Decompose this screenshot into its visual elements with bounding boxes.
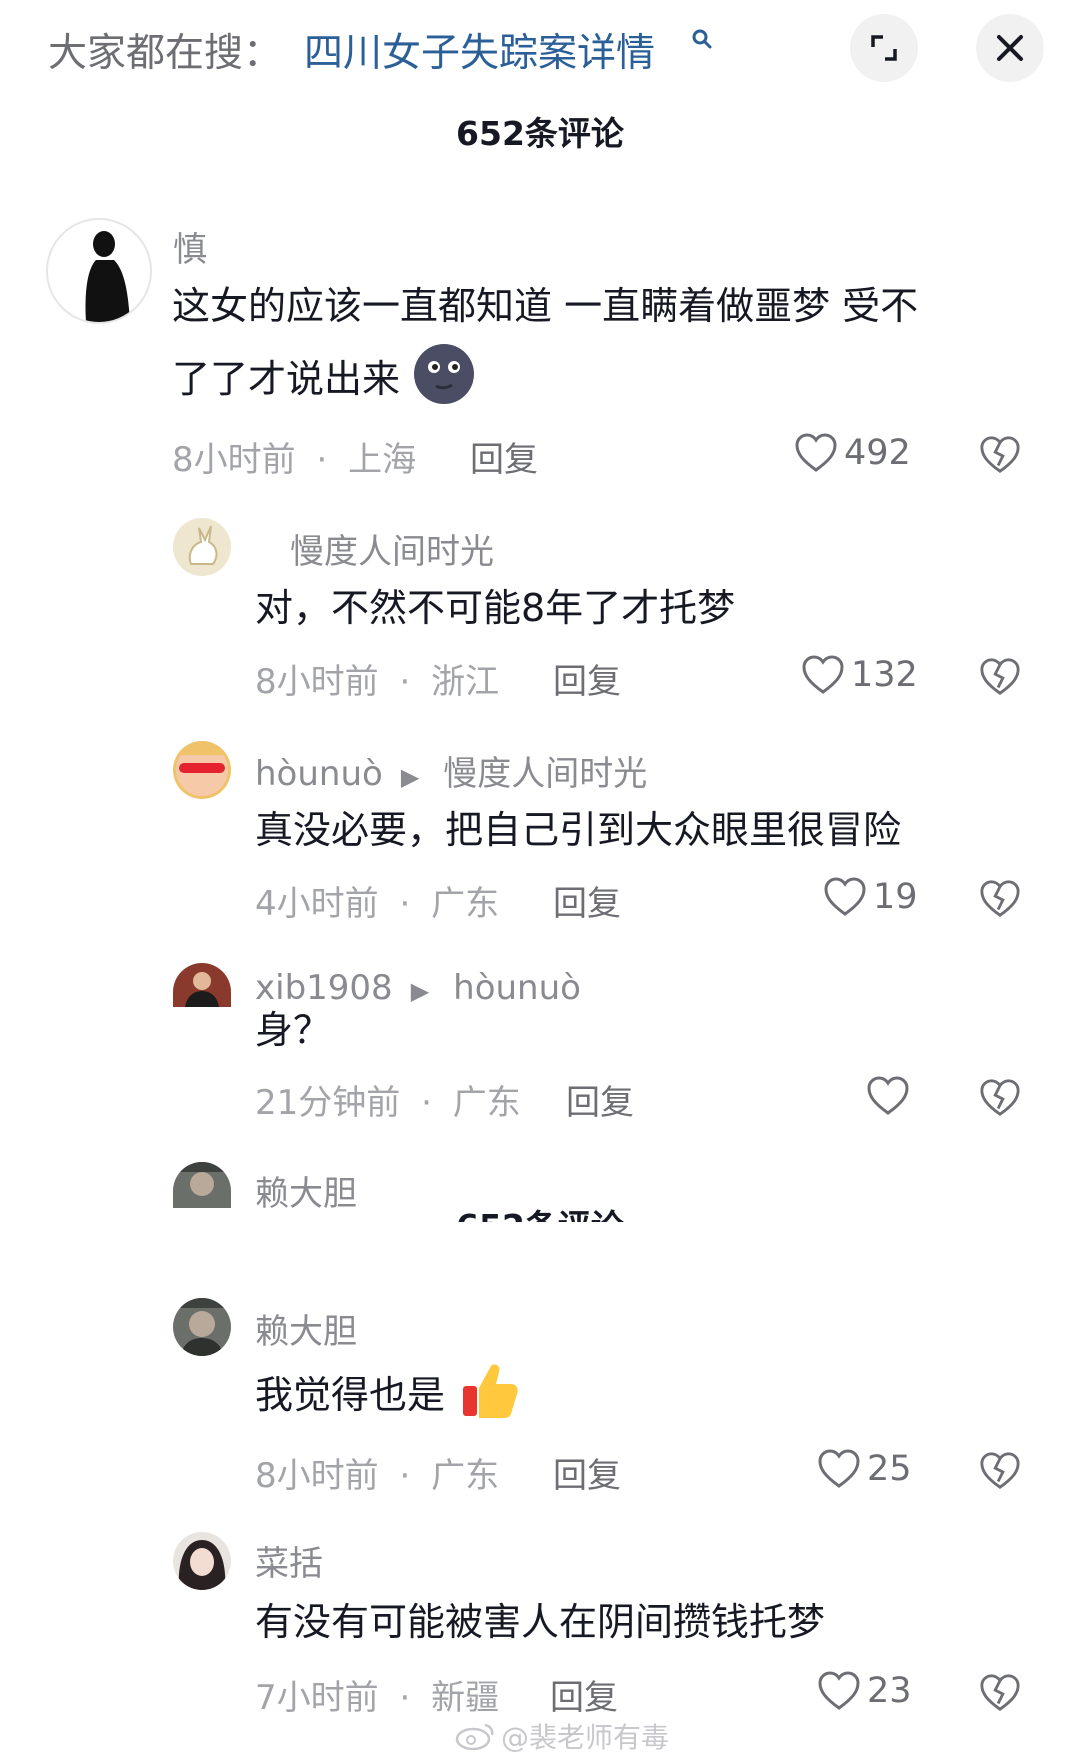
comment-username[interactable]: 菜括 bbox=[255, 1536, 323, 1585]
heart-icon bbox=[818, 1449, 860, 1488]
avatar[interactable] bbox=[173, 741, 231, 799]
reply-button[interactable]: 回复 bbox=[553, 654, 621, 703]
avatar[interactable] bbox=[173, 1532, 231, 1590]
comment-text: 对，不然不可能8年了才托梦 bbox=[255, 586, 736, 630]
comment-count-title: 652条评论 bbox=[456, 114, 624, 153]
weibo-logo-icon bbox=[455, 1723, 494, 1751]
reply-button[interactable]: 回复 bbox=[470, 432, 538, 481]
like-button[interactable] bbox=[866, 1075, 916, 1117]
like-count: 132 bbox=[851, 655, 918, 695]
heart-icon bbox=[795, 433, 837, 472]
like-button[interactable]: 132 bbox=[801, 654, 918, 696]
dislike-icon[interactable] bbox=[979, 1077, 1021, 1119]
comment-text-line: 这女的应该一直都知道 一直瞒着做噩梦 受不 bbox=[172, 284, 919, 328]
dislike-icon[interactable] bbox=[979, 1672, 1021, 1714]
comment-location: 广东 bbox=[431, 884, 500, 924]
comment-location: 广东 bbox=[431, 1456, 500, 1496]
comment-text: 身？ bbox=[255, 1008, 332, 1052]
comment-time: 4小时前 bbox=[255, 884, 379, 924]
search-icon[interactable] bbox=[690, 28, 714, 52]
like-count: 19 bbox=[873, 877, 918, 917]
comment-time: 21分钟前 bbox=[255, 1083, 401, 1123]
comment-text: 真没必要，把自己引到大众眼里很冒险 bbox=[255, 808, 902, 852]
heart-icon bbox=[867, 1076, 909, 1115]
comment-time: 7小时前 bbox=[255, 1678, 379, 1718]
thumbs-up-emoji bbox=[463, 1364, 518, 1418]
reply-button[interactable]: 回复 bbox=[566, 1075, 634, 1124]
comment-meta: 8小时前 · 广东 bbox=[255, 1448, 499, 1497]
comment-meta: 21分钟前 · 广东 bbox=[255, 1075, 521, 1124]
sunglasses-avatar-icon bbox=[173, 741, 231, 796]
comment-meta: 8小时前 · 浙江 bbox=[255, 654, 499, 703]
person-avatar-icon bbox=[185, 972, 219, 1007]
comment-username[interactable]: 慢度人间时光 bbox=[290, 524, 494, 573]
comment-username: hòunuò ▶ 慢度人间时光 bbox=[255, 746, 647, 795]
close-icon bbox=[997, 35, 1023, 61]
comment-username[interactable]: 慎 bbox=[173, 222, 207, 271]
like-count: 492 bbox=[844, 433, 911, 473]
like-count: 25 bbox=[867, 1449, 912, 1489]
like-button[interactable]: 492 bbox=[794, 432, 911, 474]
new-moon-face-emoji bbox=[414, 344, 475, 404]
comment-time: 8小时前 bbox=[172, 440, 296, 480]
like-count: 23 bbox=[867, 1671, 912, 1711]
comment-text-line: 我觉得也是 bbox=[255, 1373, 446, 1417]
reply-button[interactable]: 回复 bbox=[553, 876, 621, 925]
expand-icon bbox=[871, 35, 897, 61]
girl-avatar-icon bbox=[178, 1540, 226, 1590]
comment-meta: 8小时前 · 上海 bbox=[172, 432, 416, 481]
avatar[interactable] bbox=[173, 963, 231, 1007]
comment-count-overlay: 652条评论 bbox=[0, 1200, 1080, 1222]
heart-icon bbox=[824, 877, 866, 916]
comment-location: 上海 bbox=[348, 440, 417, 480]
reply-author[interactable]: hòunuò bbox=[255, 754, 383, 794]
meta-separator: · bbox=[399, 1678, 411, 1718]
comment-location: 浙江 bbox=[431, 662, 500, 702]
expand-button[interactable] bbox=[850, 14, 918, 82]
reply-arrow-icon: ▶ bbox=[400, 763, 420, 791]
watermark-text: @裴老师有毒 bbox=[501, 1721, 670, 1754]
watermark: @裴老师有毒 bbox=[455, 1716, 669, 1756]
comment-text-line: 了了才说出来 bbox=[172, 357, 401, 401]
comment-text: 我觉得也是 bbox=[255, 1358, 855, 1431]
reply-button[interactable]: 回复 bbox=[553, 1448, 621, 1497]
meta-separator: · bbox=[399, 1456, 411, 1496]
comment-meta: 7小时前 · 新疆 bbox=[255, 1670, 499, 1719]
avatar[interactable] bbox=[173, 518, 231, 576]
top-search-bar: 大家都在搜： 四川女子失踪案详情 bbox=[0, 0, 1080, 95]
reply-button[interactable]: 回复 bbox=[550, 1670, 618, 1719]
heart-icon bbox=[818, 1671, 860, 1710]
reply-target[interactable]: 慢度人间时光 bbox=[443, 754, 647, 794]
person-avatar-icon bbox=[173, 1298, 231, 1356]
meta-separator: · bbox=[399, 884, 411, 924]
like-button[interactable]: 25 bbox=[817, 1448, 912, 1490]
meta-separator: · bbox=[316, 440, 328, 480]
comment-text: 这女的应该一直都知道 一直瞒着做噩梦 受不 了了才说出来 bbox=[172, 270, 1052, 415]
dislike-icon[interactable] bbox=[979, 434, 1021, 476]
meta-separator: · bbox=[399, 662, 411, 702]
comment-location: 广东 bbox=[452, 1083, 521, 1123]
meta-separator: · bbox=[421, 1083, 432, 1123]
heart-icon bbox=[802, 655, 844, 694]
rabbit-avatar-icon bbox=[188, 525, 218, 565]
comment-meta: 4小时前 · 广东 bbox=[255, 876, 499, 925]
comment-text: 有没有可能被害人在阴间攒钱托梦 bbox=[255, 1600, 826, 1644]
avatar[interactable] bbox=[173, 1298, 231, 1356]
comment-time: 8小时前 bbox=[255, 662, 379, 702]
silhouette-avatar-icon bbox=[85, 231, 130, 322]
comment-time: 8小时前 bbox=[255, 1456, 379, 1496]
dislike-icon[interactable] bbox=[979, 878, 1021, 920]
dislike-icon[interactable] bbox=[979, 656, 1021, 698]
avatar[interactable] bbox=[46, 218, 152, 324]
trending-search-label: 大家都在搜： bbox=[48, 31, 283, 76]
like-button[interactable]: 23 bbox=[817, 1670, 912, 1712]
comment-username[interactable]: 赖大胆 bbox=[255, 1304, 357, 1353]
trending-search-link[interactable]: 四川女子失踪案详情 bbox=[304, 22, 655, 78]
comment-location: 新疆 bbox=[431, 1678, 500, 1718]
close-button[interactable] bbox=[976, 14, 1044, 82]
dislike-icon[interactable] bbox=[979, 1450, 1021, 1492]
like-button[interactable]: 19 bbox=[823, 876, 918, 918]
